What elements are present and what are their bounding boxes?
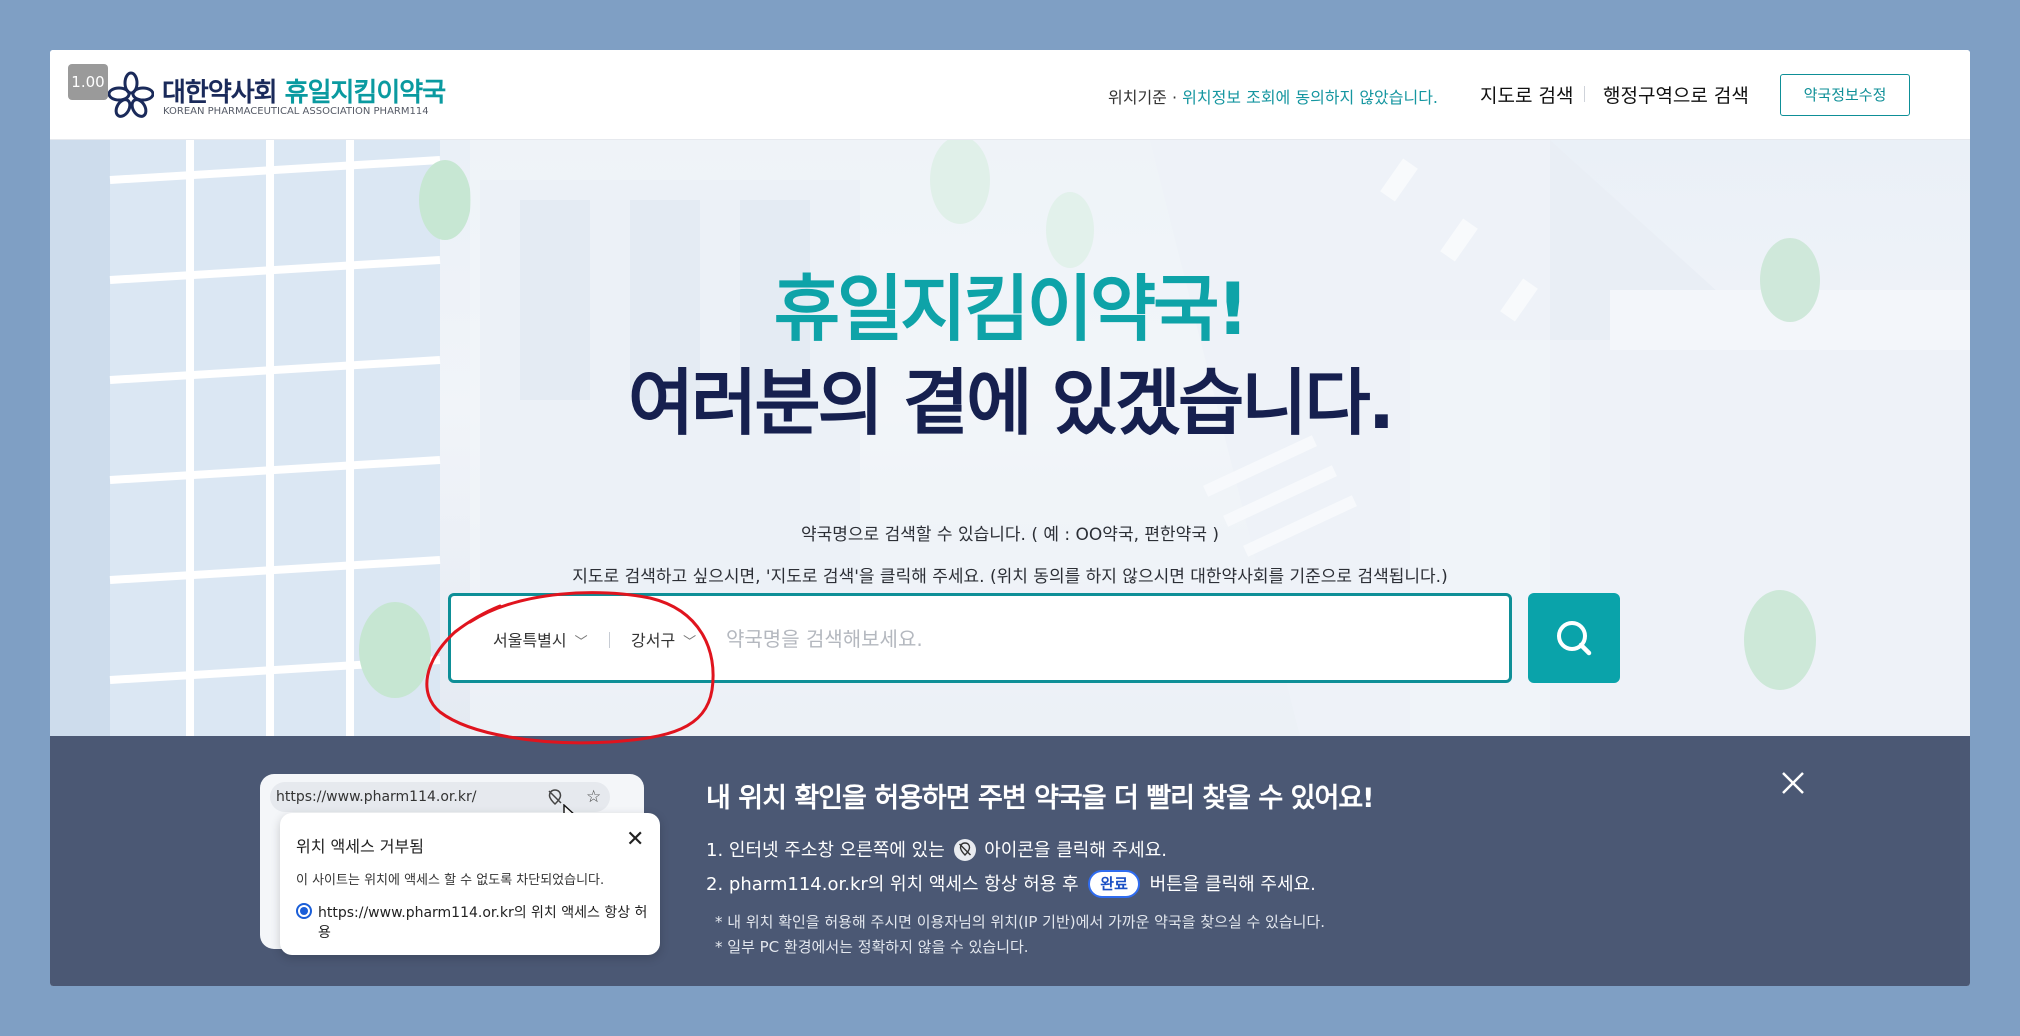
popup-title: 위치 액세스 거부됨 [296, 837, 424, 856]
nav-region-search[interactable]: 행정구역으로 검색 [1603, 81, 1749, 108]
hero-description-2: 지도로 검색하고 싶으시면, '지도로 검색'을 클릭해 주세요. (위치 동의… [572, 567, 1448, 587]
hero-title-line1: 휴일지킴이약국! [773, 267, 1250, 351]
step1-text-after: 아이콘을 클릭해 주세요. [984, 840, 1168, 861]
location-permission-banner: https://www.pharm114.or.kr/ ☆ 위치 액세스 거부됨… [50, 736, 1970, 986]
pharmacy-search-input[interactable] [726, 616, 1486, 662]
logo-title[interactable]: 대한약사회 휴일지킴이약국 [162, 72, 446, 109]
city-select-value: 서울특별시 [493, 631, 567, 650]
logo-subtitle: KOREAN PHARMACEUTICAL ASSOCIATION PHARM1… [163, 106, 429, 117]
popup-option: https://www.pharm114.or.kr의 위치 액세스 항상 허용 [318, 905, 648, 941]
search-button[interactable] [1528, 593, 1620, 683]
example-url-bar: https://www.pharm114.or.kr/ ☆ [270, 782, 610, 825]
nav-map-search[interactable]: 지도로 검색 [1480, 81, 1573, 108]
logo-flower-icon [108, 71, 154, 118]
chevron-down-icon: ﹀ [574, 635, 588, 650]
nav-divider [1584, 86, 1585, 102]
select-divider [609, 632, 610, 648]
district-select-value: 강서구 [631, 631, 676, 650]
done-badge: 완료 [1088, 870, 1140, 898]
city-select[interactable]: 서울특별시 ﹀ [493, 627, 588, 651]
banner-step-2: 2. pharm114.or.kr의 위치 액세스 항상 허용 후 완료 버튼을… [706, 870, 1316, 898]
location-blocked-icon [953, 839, 976, 861]
location-status: 위치기준 · 위치정보 조회에 동의하지 않았습니다. [1108, 84, 1438, 108]
site-header: 1.00 대한약사회 휴일지킴이약국 KOREAN PHARMACEUTICAL… [50, 50, 1970, 140]
step2-text-after: 버튼을 클릭해 주세요. [1149, 874, 1316, 895]
hero-title-line2: 여러분의 곁에 있겠습니다. [627, 361, 1395, 445]
banner-note-2: * 일부 PC 환경에서는 정확하지 않을 수 있습니다. [715, 938, 1029, 956]
popup-message: 이 사이트는 위치에 액세스 할 수 없도록 차단되었습니다. [296, 873, 605, 888]
search-icon [1557, 621, 1592, 656]
district-select[interactable]: 강서구 ﹀ [631, 627, 696, 651]
step2-text-before: 2. pharm114.or.kr의 위치 액세스 항상 허용 후 [706, 874, 1079, 895]
star-icon: ☆ [586, 787, 602, 807]
banner-title: 내 위치 확인을 허용하면 주변 약국을 더 빨리 찾을 수 있어요! [706, 783, 1374, 814]
logo-service: 휴일지킴이약국 [284, 78, 446, 108]
browser-window: 1.00 대한약사회 휴일지킴이약국 KOREAN PHARMACEUTICAL… [50, 50, 1970, 986]
banner-note-1: * 내 위치 확인을 허용해 주시면 이용자님의 위치(IP 기반)에서 가까운… [715, 913, 1326, 931]
example-url: https://www.pharm114.or.kr/ [276, 789, 477, 805]
edit-pharmacy-info-button[interactable]: 약국정보수정 [1780, 74, 1910, 116]
close-banner-icon[interactable] [1780, 770, 1806, 796]
step1-text-before: 1. 인터넷 주소창 오른쪽에 있는 [706, 840, 945, 861]
close-icon: ✕ [626, 827, 645, 852]
radio-selected-icon [296, 903, 312, 919]
chevron-down-icon: ﹀ [683, 635, 697, 650]
banner-step-1: 1. 인터넷 주소창 오른쪽에 있는 아이콘을 클릭해 주세요. [706, 836, 1167, 862]
location-label: 위치기준 · [1108, 88, 1183, 107]
zoom-badge[interactable]: 1.00 [68, 64, 108, 100]
search-box: 서울특별시 ﹀ 강서구 ﹀ [448, 593, 1512, 683]
location-denied-popup: 위치 액세스 거부됨 ✕ 이 사이트는 위치에 액세스 할 수 없도록 차단되었… [280, 813, 660, 955]
hero-description-1: 약국명으로 검색할 수 있습니다. ( 예 : OO약국, 편한약국 ) [801, 525, 1219, 545]
location-status-text: 위치정보 조회에 동의하지 않았습니다. [1182, 88, 1439, 107]
logo-org: 대한약사회 [162, 78, 278, 108]
